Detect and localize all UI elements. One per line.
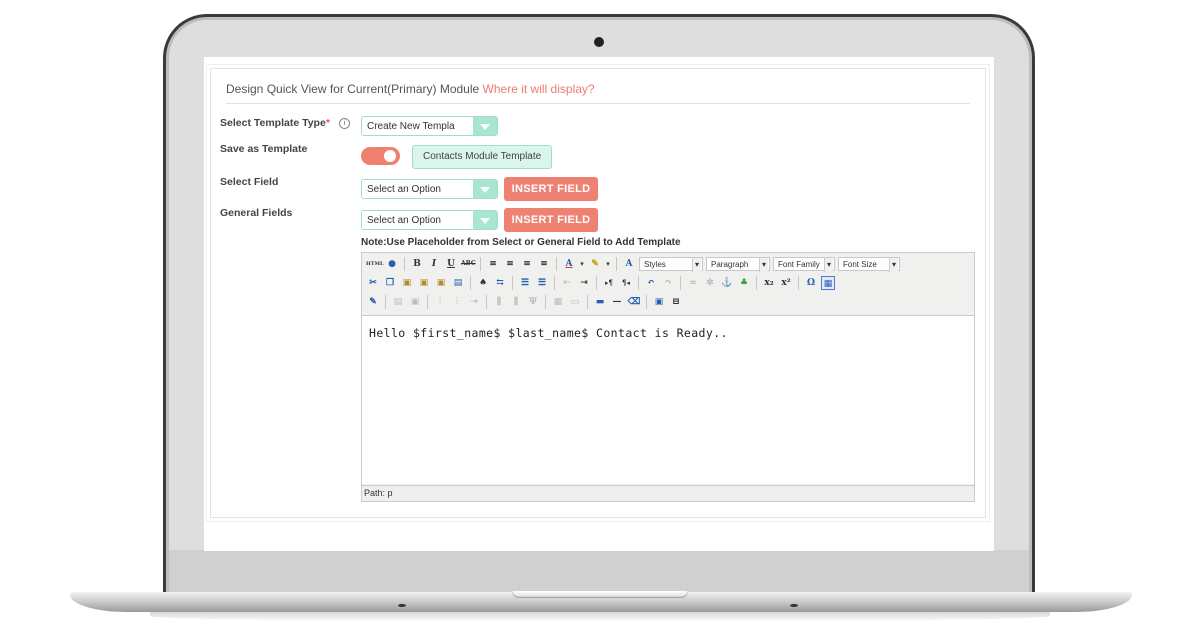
redo-icon[interactable]: ↷ [661, 276, 675, 290]
horizontal-rule-icon[interactable]: ▬ [593, 295, 607, 309]
split-cells-icon[interactable]: ▦ [551, 295, 565, 309]
copy-icon[interactable]: ❐ [383, 276, 397, 290]
where-display-link[interactable]: Where it will display? [483, 82, 595, 96]
editor-content[interactable]: Hello $first_name$ $last_name$ Contact i… [362, 316, 974, 484]
highlight-color-icon[interactable]: ✎ [588, 257, 602, 271]
strikethrough-button[interactable]: ABC [461, 257, 476, 271]
save-template-toggle[interactable] [361, 147, 400, 165]
row-props-icon[interactable]: ▤ [391, 295, 405, 309]
info-icon[interactable]: i [338, 117, 350, 129]
cut-icon[interactable]: ✂ [366, 276, 380, 290]
insert-general-field-button[interactable]: INSERT FIELD [504, 208, 598, 232]
insert-row-before-icon[interactable]: ⫶ [433, 295, 447, 309]
image-icon[interactable]: ♣ [737, 276, 751, 290]
superscript-button[interactable]: x² [779, 276, 793, 290]
bold-button[interactable]: B [410, 257, 424, 271]
insert-col-before-icon[interactable]: ⫼ [492, 295, 506, 309]
laptop-notch [512, 591, 688, 598]
paragraph-select[interactable]: Paragraph [706, 257, 770, 272]
text-color-icon[interactable]: A [562, 257, 576, 271]
chevron-down-icon[interactable] [473, 117, 497, 135]
select-field-dropdown[interactable]: Select an Option [361, 179, 498, 199]
bullet-list-icon[interactable]: ☰ [518, 276, 532, 290]
ltr-icon[interactable]: ▸¶ [602, 276, 616, 290]
italic-button[interactable]: I [427, 257, 441, 271]
panel-heading: Design Quick View for Current(Primary) M… [226, 82, 595, 96]
link-icon[interactable]: ∞ [686, 276, 700, 290]
quick-view-panel: Design Quick View for Current(Primary) M… [210, 68, 986, 518]
paste-word-icon[interactable]: ▣ [434, 276, 448, 290]
template-type-label: Select Template Type* i [220, 117, 350, 129]
special-char-icon[interactable]: Ω [804, 276, 818, 290]
align-justify-icon[interactable]: ≡ [537, 257, 551, 271]
rich-text-editor: HTML ● B I U ABC ≡ ≡ ≡ ≡ A ▾ ✎ ▾ A Style… [361, 252, 975, 502]
styles-select[interactable]: Styles [639, 257, 703, 272]
editor-path-bar: Path: p [362, 485, 974, 501]
find-icon[interactable]: ♠ [476, 276, 490, 290]
merge-cells-icon[interactable]: ▭ [568, 295, 582, 309]
html-source-icon[interactable]: HTML [366, 257, 384, 271]
help-icon[interactable]: ● [385, 257, 399, 271]
rtl-icon[interactable]: ¶◂ [619, 276, 633, 290]
font-family-select[interactable]: Font Family [773, 257, 835, 272]
general-fields-label: General Fields [220, 207, 293, 219]
align-right-icon[interactable]: ≡ [520, 257, 534, 271]
outdent-icon[interactable]: ⇤ [560, 276, 574, 290]
underline-button[interactable]: U [444, 257, 458, 271]
insert-field-button[interactable]: INSERT FIELD [504, 177, 598, 201]
placeholder-note: Note:Use Placeholder from Select or Gene… [361, 237, 681, 248]
undo-icon[interactable]: ↶ [644, 276, 658, 290]
delete-col-icon[interactable]: Ψ [526, 295, 540, 309]
edit-icon[interactable]: ✎ [366, 295, 380, 309]
subscript-button[interactable]: x₂ [762, 276, 776, 290]
styles-icon: A [625, 259, 633, 269]
indent-icon[interactable]: ⇥ [577, 276, 591, 290]
camera-icon [594, 37, 604, 47]
delete-row-icon[interactable]: ⇥ [467, 295, 481, 309]
clear-formatting-icon[interactable]: ⌫ [627, 295, 641, 309]
numbered-list-icon[interactable]: ☰ [535, 276, 549, 290]
replace-icon[interactable]: ⇆ [493, 276, 507, 290]
chevron-down-icon[interactable] [473, 211, 497, 229]
line-icon[interactable]: — [610, 295, 624, 309]
font-size-select[interactable]: Font Size [838, 257, 900, 272]
select-field-label: Select Field [220, 176, 279, 188]
unlink-icon[interactable]: ✲ [703, 276, 717, 290]
table-icon[interactable]: ▦ [821, 276, 835, 290]
insert-col-after-icon[interactable]: ⫼ [509, 295, 523, 309]
template-name-input[interactable]: Contacts Module Template [412, 145, 553, 169]
page-break-icon[interactable]: ⊟ [669, 295, 683, 309]
editor-text[interactable]: Hello $first_name$ $last_name$ Contact i… [369, 326, 728, 340]
align-center-icon[interactable]: ≡ [503, 257, 517, 271]
paste-text-icon[interactable]: ▣ [417, 276, 431, 290]
paste-icon[interactable]: ▣ [400, 276, 414, 290]
template-type-select[interactable]: Create New Templa [361, 116, 498, 136]
visual-aid-icon[interactable]: ▣ [652, 295, 666, 309]
save-template-label: Save as Template [220, 143, 308, 155]
anchor-icon[interactable]: ⚓ [720, 276, 734, 290]
align-left-icon[interactable]: ≡ [486, 257, 500, 271]
chevron-down-icon[interactable] [473, 180, 497, 198]
editor-toolbar: HTML ● B I U ABC ≡ ≡ ≡ ≡ A ▾ ✎ ▾ A Style… [362, 253, 974, 316]
general-fields-dropdown[interactable]: Select an Option [361, 210, 498, 230]
divider [226, 103, 970, 104]
select-all-icon[interactable]: ▤ [451, 276, 465, 290]
cell-props-icon[interactable]: ▣ [408, 295, 422, 309]
insert-row-after-icon[interactable]: ⫶ [450, 295, 464, 309]
